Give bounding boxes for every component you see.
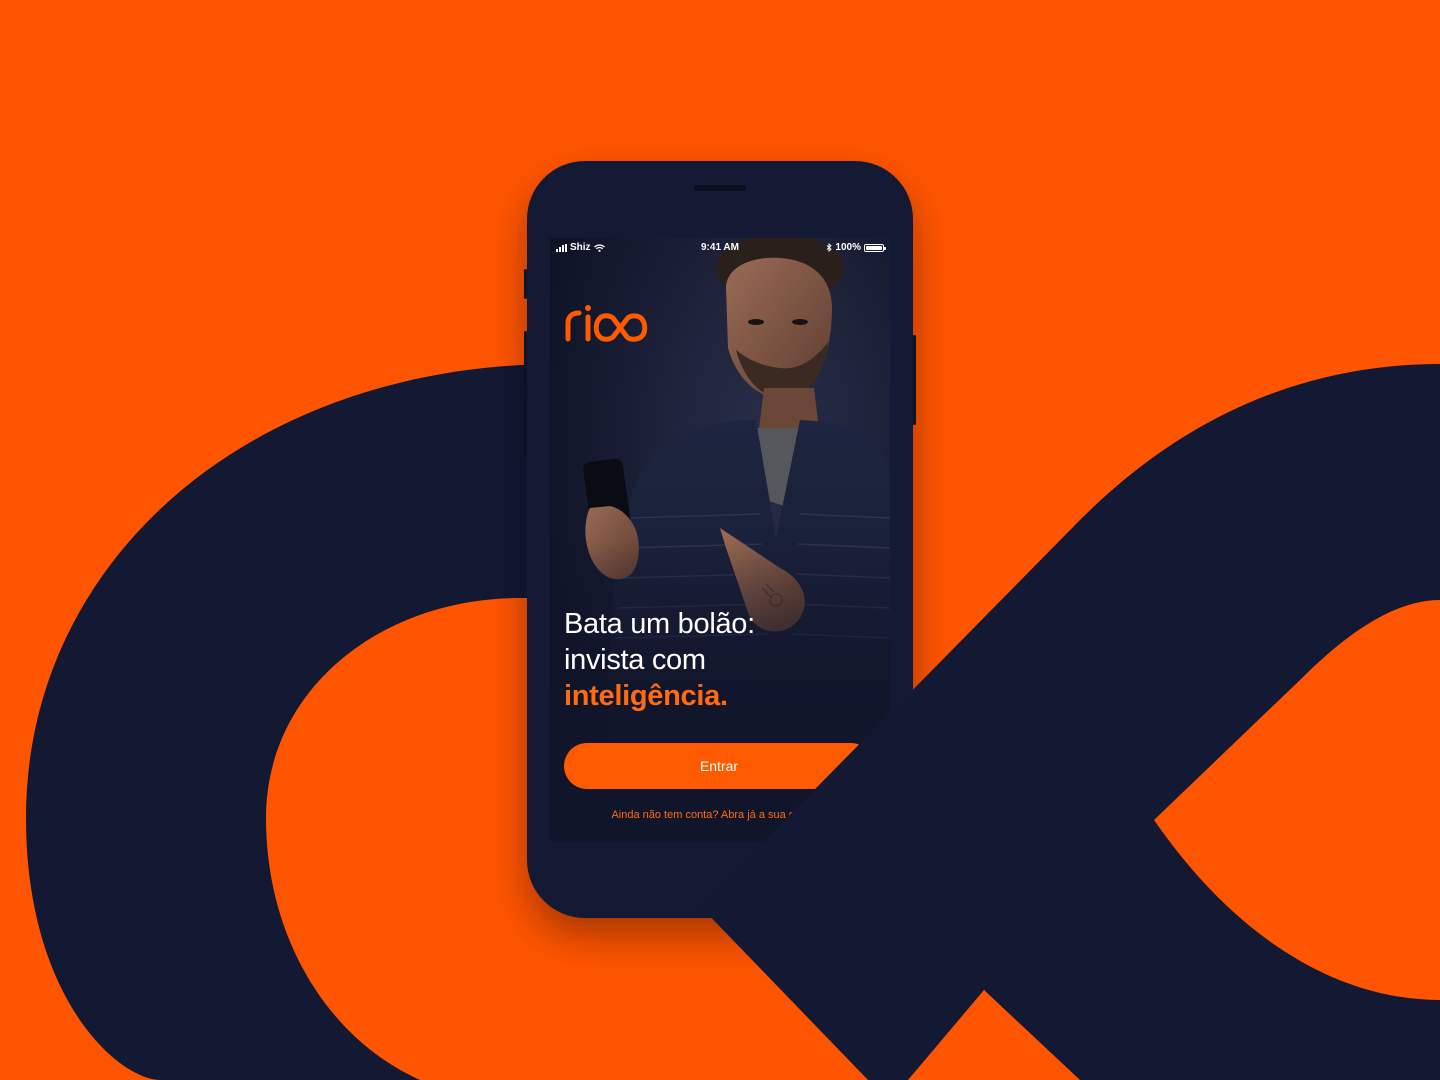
status-bar: Shiz 9:41 AM 100% (550, 238, 890, 258)
rico-logo: rico (565, 305, 648, 342)
headline-line-3: inteligência. (564, 680, 728, 712)
headline-line-1: Bata um bolão: (564, 608, 755, 640)
battery-icon (864, 243, 886, 252)
bluetooth-icon (827, 243, 833, 252)
app-screen: Shiz 9:41 AM 100% Bata um bolão: invista… (550, 238, 890, 842)
status-right: 100% (826, 242, 886, 253)
app-promo-scene: Shiz 9:41 AM 100% Bata um bolão: invista… (0, 0, 1440, 1080)
signup-link[interactable]: Ainda não tem conta? Abra já a sua gratu… (550, 809, 890, 821)
power-button (913, 335, 916, 425)
phone-mockup: Shiz 9:41 AM 100% Bata um bolão: invista… (524, 161, 916, 918)
earpiece (694, 185, 746, 191)
mute-switch (524, 269, 527, 299)
volume-up-button (524, 331, 527, 389)
headline-line-2: invista com (564, 644, 706, 676)
login-button[interactable]: Entrar (564, 743, 874, 789)
hero-headline: Bata um bolão: invista com inteligência. (564, 606, 884, 714)
battery-percent: 100% (835, 242, 861, 253)
volume-down-button (524, 397, 527, 455)
login-button-label: Entrar (699, 758, 739, 774)
